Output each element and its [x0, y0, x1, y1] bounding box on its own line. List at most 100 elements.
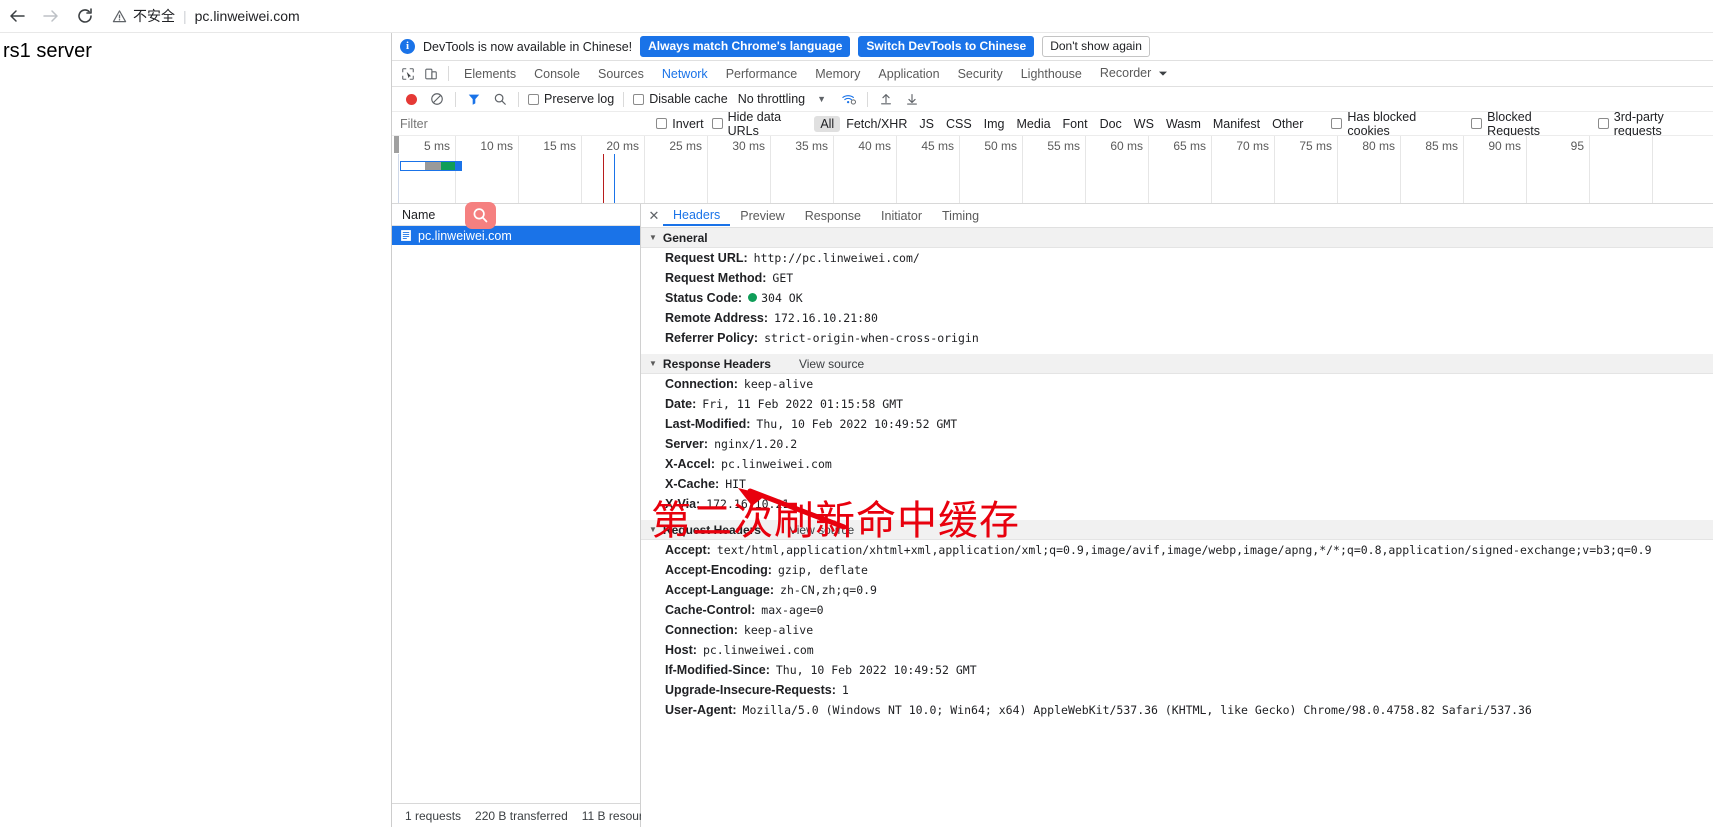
recorder-badge-icon: ⏷ — [1158, 68, 1168, 80]
tab-performance[interactable]: Performance — [717, 63, 807, 85]
blocked-requests-checkbox[interactable]: Blocked Requests — [1467, 110, 1586, 138]
close-icon[interactable]: ✕ — [645, 207, 663, 225]
tab-sources[interactable]: Sources — [589, 63, 653, 85]
detail-tab-initiator[interactable]: Initiator — [871, 206, 932, 226]
detail-tab-preview[interactable]: Preview — [730, 206, 794, 226]
section-general-header[interactable]: ▼ General — [641, 228, 1713, 248]
section-title: General — [662, 230, 708, 245]
clear-icon[interactable] — [424, 87, 450, 111]
network-toolbar: Preserve log Disable cache No throttling… — [392, 87, 1713, 112]
has-blocked-cookies-label: Has blocked cookies — [1347, 109, 1417, 138]
wifi-settings-icon[interactable] — [836, 87, 862, 111]
arrow-left-icon — [7, 6, 27, 26]
detail-tab-headers[interactable]: Headers — [663, 205, 731, 226]
address-bar[interactable]: 不安全 | pc.linweiwei.com — [112, 4, 300, 28]
filter-type-wasm[interactable]: Wasm — [1160, 116, 1207, 132]
filter-type-fetch-xhr[interactable]: Fetch/XHR — [840, 116, 913, 132]
disable-cache-checkbox[interactable]: Disable cache — [629, 92, 732, 106]
overview-dcl-line — [603, 154, 604, 203]
filter-type-css[interactable]: CSS — [940, 116, 978, 132]
tab-security[interactable]: Security — [949, 63, 1012, 85]
back-button[interactable] — [0, 0, 34, 33]
tab-elements[interactable]: Elements — [455, 63, 525, 85]
detail-tab-timing[interactable]: Timing — [932, 206, 989, 226]
header-key: Accept-Encoding: — [665, 563, 772, 577]
invert-checkbox[interactable]: Invert — [652, 117, 707, 131]
header-row: Last-Modified: Thu, 10 Feb 2022 10:49:52… — [641, 414, 1713, 434]
header-row: Connection: keep-alive — [641, 620, 1713, 640]
detail-tabbar: ✕ Headers Preview Response Initiator Tim… — [641, 204, 1713, 228]
filter-type-media[interactable]: Media — [1011, 116, 1057, 132]
filter-type-ws[interactable]: WS — [1128, 116, 1160, 132]
overview-request-bar — [400, 161, 462, 171]
view-source-link[interactable]: View source — [789, 523, 854, 537]
blocked-requests-label: Blocked Requests — [1487, 109, 1540, 138]
filter-type-doc[interactable]: Doc — [1094, 116, 1128, 132]
overview-left-handle[interactable] — [394, 136, 399, 153]
filter-funnel-icon[interactable] — [461, 87, 487, 111]
overview-tick-label: 25 ms — [669, 139, 702, 153]
requests-column-header[interactable]: Name — [392, 204, 640, 226]
detail-tab-response[interactable]: Response — [795, 206, 871, 226]
filter-type-all[interactable]: All — [814, 115, 841, 132]
document-icon — [400, 229, 412, 242]
invert-label: Invert — [672, 116, 704, 131]
checkbox-box — [528, 93, 539, 105]
network-overview-timeline[interactable]: 5 ms 10 ms 15 ms 20 ms 25 ms 30 ms 35 ms… — [392, 136, 1713, 204]
status-ok-dot-icon — [748, 293, 758, 302]
header-key: Cache-Control: — [665, 603, 756, 617]
filter-type-other[interactable]: Other — [1266, 116, 1309, 132]
request-row[interactable]: pc.linweiwei.com — [392, 226, 640, 245]
overview-tick-label: 70 ms — [1236, 139, 1269, 153]
dont-show-again-button[interactable]: Don't show again — [1042, 36, 1150, 57]
third-party-requests-checkbox[interactable]: 3rd-party requests — [1594, 110, 1713, 138]
search-icon[interactable] — [487, 87, 513, 111]
filter-type-font[interactable]: Font — [1057, 116, 1094, 132]
network-split: Name pc.linweiwei.com 1 requests 220 B t… — [392, 204, 1713, 827]
toolbar-divider-1 — [455, 91, 456, 107]
tab-memory[interactable]: Memory — [806, 63, 869, 85]
section-response-headers-header[interactable]: ▼ Response Headers View source — [641, 354, 1713, 374]
filter-type-js[interactable]: JS — [913, 116, 940, 132]
hide-data-urls-checkbox[interactable]: Hide data URLs — [708, 110, 815, 138]
header-key: Upgrade-Insecure-Requests: — [665, 683, 836, 697]
export-har-icon[interactable] — [899, 87, 925, 111]
request-row-name: pc.linweiwei.com — [418, 228, 512, 243]
header-value: 304 OK — [761, 291, 803, 305]
forward-button[interactable] — [34, 0, 68, 33]
status-requests-count: 1 requests — [405, 808, 462, 823]
inspect-element-icon[interactable] — [396, 63, 419, 85]
tab-console[interactable]: Console — [525, 63, 589, 85]
switch-devtools-language-button[interactable]: Switch DevTools to Chinese — [858, 36, 1035, 57]
filter-type-img[interactable]: Img — [978, 116, 1011, 132]
url-text: pc.linweiwei.com — [194, 8, 300, 24]
tab-recorder[interactable]: Recorder ⏷ — [1091, 62, 1177, 85]
headers-body: ▼ General Request URL: http://pc.linweiw… — [641, 228, 1713, 827]
header-key: Request Method: — [665, 271, 767, 285]
preserve-log-checkbox[interactable]: Preserve log — [524, 92, 618, 106]
reload-button[interactable] — [68, 0, 102, 33]
tab-application[interactable]: Application — [869, 63, 948, 85]
overview-tick-label: 65 ms — [1173, 139, 1206, 153]
magnifier-badge-icon — [465, 202, 496, 229]
tab-network[interactable]: Network — [653, 63, 717, 85]
chevron-down-icon[interactable]: ▼ — [817, 94, 826, 104]
header-value: GET — [772, 271, 794, 285]
overview-load-line — [614, 154, 615, 203]
import-har-icon[interactable] — [873, 87, 899, 111]
header-key: Status Code: — [665, 291, 743, 305]
filter-input[interactable] — [398, 115, 550, 132]
section-request-headers-header[interactable]: ▼ Request Headers View source — [641, 520, 1713, 540]
header-key: Server: — [665, 437, 709, 451]
filter-type-manifest[interactable]: Manifest — [1207, 116, 1266, 132]
view-source-link[interactable]: View source — [799, 357, 864, 371]
device-toolbar-icon[interactable] — [419, 63, 442, 85]
tab-lighthouse[interactable]: Lighthouse — [1012, 63, 1091, 85]
screenshot-root: 不安全 | pc.linweiwei.com rs1 server i DevT… — [0, 0, 1713, 827]
has-blocked-cookies-checkbox[interactable]: Has blocked cookies — [1327, 110, 1459, 138]
always-match-language-button[interactable]: Always match Chrome's language — [640, 36, 851, 57]
throttling-select[interactable]: No throttling — [738, 92, 805, 106]
header-row: X-Via: 172.16.10.21 — [641, 494, 1713, 514]
record-stop-icon[interactable] — [398, 87, 424, 111]
web-page-viewport: rs1 server — [0, 33, 391, 827]
